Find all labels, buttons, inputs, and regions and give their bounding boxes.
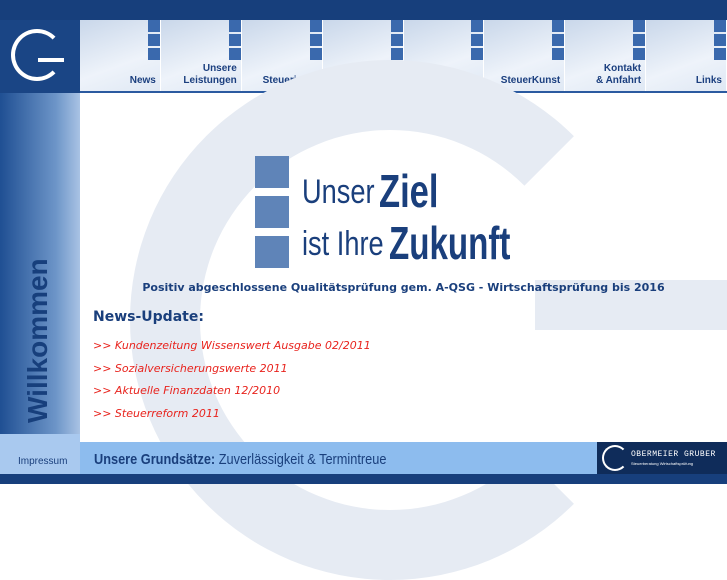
- nav-label: News: [129, 75, 156, 86]
- principles-text: Zuverlässigkeit & Termintreue: [215, 451, 387, 468]
- nav-kontakt[interactable]: Kontakt & Anfahrt: [565, 20, 647, 91]
- principles-label: Unsere Grundsätze:: [94, 451, 216, 468]
- news-link[interactable]: >> Kundenzeitung Wissenswert Ausgabe 02/…: [93, 339, 371, 362]
- footer: Impressum Unsere Grundsätze: Zuverlässig…: [0, 434, 727, 474]
- hero-text-bold: Ziel: [379, 165, 439, 217]
- hero-square: [255, 196, 289, 228]
- principles: Unsere Grundsätze: Zuverlässigkeit & Ter…: [94, 451, 386, 468]
- nav-steuerkunst[interactable]: SteuerKunst: [484, 20, 566, 91]
- bottom-bar: [0, 474, 727, 484]
- logo-g-circle: [11, 29, 63, 81]
- news-title: News-Update:: [93, 309, 204, 325]
- hero-square: [255, 236, 289, 268]
- nav-label: Unsere Leistungen: [183, 63, 237, 86]
- impressum-link[interactable]: Impressum: [18, 456, 67, 467]
- footer-logo-g: [602, 445, 628, 471]
- footer-logo-name: OBERMEIER GRUBER: [631, 450, 716, 459]
- news-link[interactable]: >> Aktuelle Finanzdaten 12/2010: [93, 384, 371, 407]
- logo[interactable]: [0, 20, 80, 93]
- hero-text: Unser: [302, 173, 375, 211]
- quality-notice: Positiv abgeschlossene Qualitätsprüfung …: [142, 281, 665, 294]
- nav-links[interactable]: Links: [646, 20, 727, 91]
- nav-news[interactable]: News: [80, 20, 161, 91]
- nav-label: SteuerKunst: [500, 75, 561, 86]
- sidebar: Willkommen: [0, 93, 80, 435]
- hero-text-bold: Zukunft: [388, 217, 510, 269]
- nav-label: Links: [695, 75, 722, 86]
- footer-logo-sub: Steuerberatung Wirtschaftsprüfung: [631, 461, 694, 466]
- hero-square: [255, 156, 289, 188]
- logo-g-bar: [38, 58, 64, 62]
- footer-logo: OBERMEIER GRUBER Steuerberatung Wirtschaf…: [597, 442, 727, 474]
- top-bar: [0, 0, 727, 20]
- news-list: >> Kundenzeitung Wissenswert Ausgabe 02/…: [93, 339, 371, 430]
- hero-slogan: Unser Ziel ist Ihre Zukunft: [255, 156, 575, 269]
- nav-label: Kontakt & Anfahrt: [595, 63, 642, 86]
- hero-text: ist Ihre: [302, 225, 384, 263]
- news-link[interactable]: >> Steuerreform 2011: [93, 407, 371, 430]
- nav-leistungen[interactable]: Unsere Leistungen: [160, 20, 242, 91]
- sidebar-title: Willkommen: [22, 258, 53, 423]
- footer-left: Impressum: [0, 434, 80, 474]
- news-link[interactable]: >> Sozialversicherungswerte 2011: [93, 362, 371, 385]
